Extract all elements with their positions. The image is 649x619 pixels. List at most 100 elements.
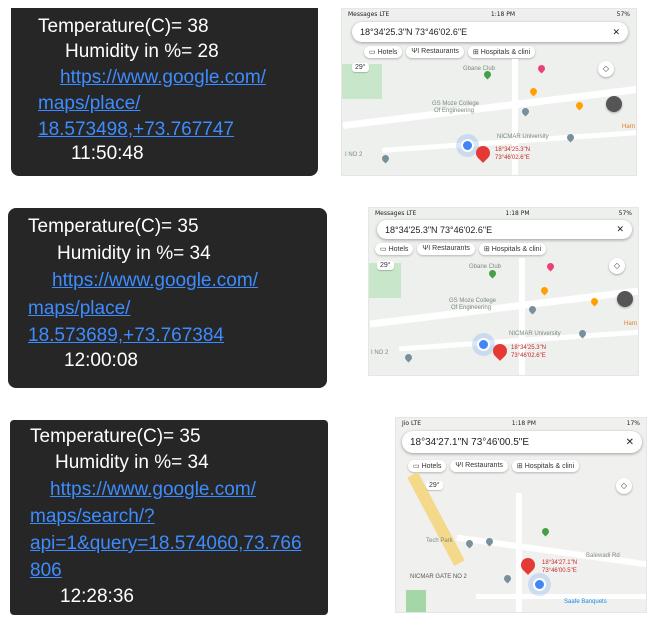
pin-coordinate-label: 18°34'25.3"N <box>511 345 547 351</box>
current-location-dot <box>477 338 490 351</box>
sms-message-1: Temperature(C)= 38 Humidity in %= 28 htt… <box>11 8 318 176</box>
timestamp: 12:28:36 <box>60 586 134 607</box>
battery-text: 57% <box>616 11 630 18</box>
place-marker-icon[interactable] <box>403 352 414 363</box>
chip-hospitals[interactable]: ⊞ Hospitals & clini <box>467 46 536 58</box>
layers-icon: ◇ <box>602 64 610 73</box>
maps-link[interactable]: https://www.google.com/ <box>60 66 266 90</box>
status-time: 1:18 PM <box>511 420 536 427</box>
chip-restaurants[interactable]: ΨΙ Restaurants <box>450 460 508 472</box>
pin-coordinate-label: 73°46'02.6"E <box>495 155 530 161</box>
chip-hotels[interactable]: ▭ Hotels <box>408 460 447 472</box>
bed-icon: ▭ <box>369 49 378 56</box>
maps-link[interactable]: 18.573498,+73.767747 <box>38 118 234 142</box>
close-icon[interactable]: ✕ <box>616 224 624 235</box>
battery-text: 17% <box>626 420 640 427</box>
place-label: Gbane Club <box>469 264 502 270</box>
temperature-badge: 29° <box>352 63 369 72</box>
road <box>476 594 646 599</box>
hospital-icon: ⊞ <box>516 463 525 470</box>
chip-restaurants[interactable]: ΨΙ Restaurants <box>417 243 475 255</box>
humidity-text: Humidity in %= 28 <box>65 41 219 62</box>
map-screenshot-3: Jio LTE 1:18 PM 17% 18°34'27.1"N 73°46'0… <box>395 417 647 613</box>
layers-icon: ◇ <box>620 481 628 490</box>
maps-link[interactable]: https://www.google.com/ <box>50 478 256 502</box>
current-location-dot <box>533 578 546 591</box>
place-label: Balewadi Rd <box>586 553 620 559</box>
search-query: 18°34'25.3"N 73°46'02.6"E <box>385 224 493 235</box>
chip-hospitals[interactable]: ⊞ Hospitals & clini <box>511 460 580 472</box>
place-marker-icon[interactable] <box>520 106 531 117</box>
place-label: Harn <box>622 124 636 130</box>
place-label: NICMAR GATE NO 2 <box>410 574 467 580</box>
place-marker-icon[interactable] <box>540 526 551 537</box>
sms-message-2: Temperature(C)= 35 Humidity in %= 34 htt… <box>8 208 327 388</box>
place-label: Harn <box>624 321 638 327</box>
status-bar: Jio LTE 1:18 PM 17% <box>396 418 646 429</box>
temperature-badge: 29° <box>377 261 394 270</box>
carrier-text: Messages LTE <box>348 11 390 18</box>
timestamp: 12:00:08 <box>64 350 138 371</box>
place-marker-icon[interactable] <box>528 86 539 97</box>
status-bar: Messages LTE 1:18 PM 57% <box>369 208 638 219</box>
building-thumbnail[interactable] <box>606 96 622 112</box>
category-chips: ▭ Hotels ΨΙ Restaurants ⊞ Hospitals & cl… <box>408 460 580 472</box>
status-time: 1:18 PM <box>490 11 516 18</box>
temperature-text: Temperature(C)= 38 <box>38 16 209 37</box>
pin-coordinate-label: 18°34'27.1"N <box>542 560 578 566</box>
place-label: GS Moze College <box>432 101 480 107</box>
layers-button[interactable]: ◇ <box>598 61 614 77</box>
place-marker-icon[interactable] <box>539 285 550 296</box>
layers-button[interactable]: ◇ <box>609 258 625 274</box>
place-label: I NO 2 <box>345 152 363 158</box>
maps-link[interactable]: https://www.google.com/ <box>52 269 258 293</box>
pin-coordinate-label: 73°46'02.6"E <box>511 353 546 359</box>
maps-link[interactable]: 18.573689,+73.767384 <box>28 324 224 348</box>
place-label: I NO 2 <box>371 350 389 356</box>
search-bar[interactable]: 18°34'27.1"N 73°46'00.5"E ✕ <box>402 431 642 453</box>
maps-link[interactable]: maps/place/ <box>28 297 130 321</box>
building-thumbnail[interactable] <box>617 291 633 307</box>
place-label: Tech Park <box>426 538 453 544</box>
carrier-text: Messages LTE <box>375 210 417 217</box>
battery-text: 57% <box>618 210 632 217</box>
layers-button[interactable]: ◇ <box>616 478 632 494</box>
maps-link[interactable]: maps/search/? <box>30 505 155 529</box>
search-bar[interactable]: 18°34'25.3"N 73°46'02.6"E ✕ <box>377 220 632 239</box>
humidity-text: Humidity in %= 34 <box>55 452 209 473</box>
temperature-text: Temperature(C)= 35 <box>30 426 201 447</box>
fork-knife-icon: ΨΙ <box>422 245 433 252</box>
fork-knife-icon: ΨΙ <box>455 462 466 469</box>
pin-coordinate-label: 73°46'00.5"E <box>542 568 577 574</box>
temperature-text: Temperature(C)= 35 <box>28 216 199 237</box>
chip-restaurants[interactable]: ΨΙ Restaurants <box>406 46 464 58</box>
place-marker-icon[interactable] <box>574 100 585 111</box>
maps-link[interactable]: api=1&query=18.574060,73.766 <box>30 532 302 556</box>
category-chips: ▭ Hotels ΨΙ Restaurants ⊞ Hospitals & cl… <box>364 46 536 58</box>
search-bar[interactable]: 18°34'25.3"N 73°46'02.6"E ✕ <box>352 22 628 42</box>
map-screenshot-2: Messages LTE 1:18 PM 57% 18°34'25.3"N 73… <box>368 207 639 376</box>
place-marker-icon[interactable] <box>502 573 513 584</box>
place-label: Gbane Club <box>463 66 496 72</box>
chip-hotels[interactable]: ▭ Hotels <box>364 46 403 58</box>
map-screenshot-1: Messages LTE 1:18 PM 57% 18°34'25.3"N 73… <box>341 8 637 176</box>
chip-hotels[interactable]: ▭ Hotels <box>375 243 414 255</box>
place-marker-icon[interactable] <box>536 63 547 74</box>
road <box>369 287 638 328</box>
place-marker-icon[interactable] <box>380 153 391 164</box>
place-label: GS Moze College <box>449 298 497 304</box>
maps-link[interactable]: maps/place/ <box>38 92 140 116</box>
search-query: 18°34'25.3"N 73°46'02.6"E <box>360 27 468 37</box>
place-label: Saafe Banquets <box>564 599 607 605</box>
close-icon[interactable]: ✕ <box>626 437 634 448</box>
maps-link[interactable]: 806 <box>30 559 62 583</box>
chip-hospitals[interactable]: ⊞ Hospitals & clini <box>478 243 547 255</box>
hospital-icon: ⊞ <box>472 49 481 56</box>
place-label: Of Engineering <box>434 108 475 114</box>
place-marker-icon[interactable] <box>545 261 556 272</box>
layers-icon: ◇ <box>613 261 621 270</box>
timestamp: 11:50:48 <box>71 143 144 164</box>
close-icon[interactable]: ✕ <box>612 27 620 38</box>
status-time: 1:18 PM <box>505 210 530 217</box>
humidity-text: Humidity in %= 34 <box>57 243 211 264</box>
